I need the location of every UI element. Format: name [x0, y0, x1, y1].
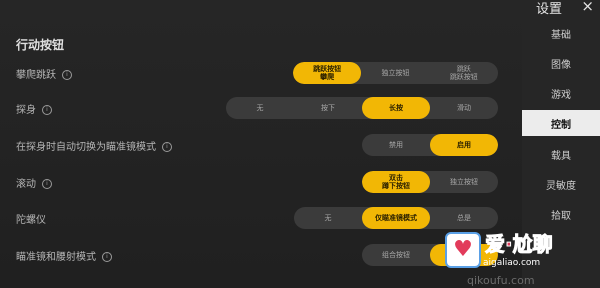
watermark-heart-icon: ♥ [445, 232, 481, 268]
nav-vehicle[interactable]: 载具 [522, 141, 600, 167]
gyroscope-segmented: 无 仅瞄准镜模式 总是 [294, 207, 498, 229]
option-enable[interactable]: 启用 [430, 134, 498, 156]
roll-segmented: 双击 蹲下按钮 独立按钮 [362, 171, 498, 193]
main-panel: 行动按钮 攀爬跳跃 i 跳跃按钮 攀爬 独立按钮 跳跃 跳跃按钮 探身 i 无 按下… [0, 0, 522, 288]
nav-pickup[interactable]: 拾取 [522, 201, 600, 227]
nav-game[interactable]: 游戏 [522, 80, 600, 106]
option-jump-climb[interactable]: 跳跃按钮 攀爬 [293, 62, 362, 84]
watermark: ♥ 爱·尬聊 aigaliao.com qikoufu.com [445, 228, 600, 288]
nav-controls[interactable]: 控制 [522, 110, 600, 136]
info-icon[interactable]: i [62, 70, 72, 80]
info-icon[interactable]: i [162, 142, 172, 152]
option-swipe[interactable]: 滑动 [430, 97, 498, 119]
option-disable[interactable]: 禁用 [362, 134, 430, 156]
option-double-tap-crouch[interactable]: 双击 蹲下按钮 [362, 171, 430, 193]
watermark-brand: 爱·尬聊 [485, 232, 554, 257]
row-label: 滚动 i [16, 175, 52, 190]
info-icon[interactable]: i [42, 105, 52, 115]
row-label: 瞄准镜和腰射模式 i [16, 248, 112, 263]
nav-basic[interactable]: 基础 [522, 20, 600, 46]
settings-topbar: 设置 × [522, 0, 600, 17]
option-jump-button[interactable]: 跳跃 跳跃按钮 [430, 62, 498, 84]
row-gyroscope: 陀螺仪 无 仅瞄准镜模式 总是 [0, 207, 522, 231]
watermark-url: aigaliao.com [483, 258, 541, 268]
nav-sensitivity[interactable]: 灵敏度 [522, 171, 600, 197]
climb-jump-segmented: 跳跃按钮 攀爬 独立按钮 跳跃 跳跃按钮 [293, 62, 498, 84]
row-label: 探身 i [16, 101, 52, 116]
row-scope-hip-mode: 瞄准镜和腰射模式 i 组合按钮 [0, 244, 522, 268]
option-scope-only[interactable]: 仅瞄准镜模式 [362, 207, 430, 229]
nav-graphics[interactable]: 图像 [522, 50, 600, 76]
option-independent[interactable]: 独立按钮 [430, 171, 498, 193]
info-icon[interactable]: i [102, 252, 112, 262]
section-title: 行动按钮 [16, 38, 65, 52]
watermark-foot: qikoufu.com [467, 274, 535, 287]
row-climb-jump: 攀爬跳跃 i 跳跃按钮 攀爬 独立按钮 跳跃 跳跃按钮 [0, 62, 522, 86]
row-peek: 探身 i 无 按下 长按 滑动 [0, 97, 522, 121]
auto-scope-segmented: 禁用 启用 [362, 134, 498, 156]
row-label: 在探身时自动切换为瞄准镜模式 i [16, 138, 172, 153]
option-none[interactable]: 无 [294, 207, 362, 229]
row-label: 陀螺仪 [16, 215, 46, 226]
option-none[interactable]: 无 [226, 97, 294, 119]
option-independent[interactable]: 独立按钮 [361, 62, 429, 84]
option-always[interactable]: 总是 [430, 207, 498, 229]
settings-title: 设置 [536, 2, 563, 17]
row-auto-scope-on-peek: 在探身时自动切换为瞄准镜模式 i 禁用 启用 [0, 134, 522, 158]
peek-segmented: 无 按下 长按 滑动 [226, 97, 498, 119]
row-label: 攀爬跳跃 i [16, 66, 72, 81]
option-press[interactable]: 按下 [294, 97, 362, 119]
row-roll: 滚动 i 双击 蹲下按钮 独立按钮 [0, 171, 522, 195]
option-combined-button[interactable]: 组合按钮 [362, 244, 430, 266]
option-hold[interactable]: 长按 [362, 97, 430, 119]
info-icon[interactable]: i [42, 179, 52, 189]
close-icon[interactable]: × [581, 0, 594, 15]
